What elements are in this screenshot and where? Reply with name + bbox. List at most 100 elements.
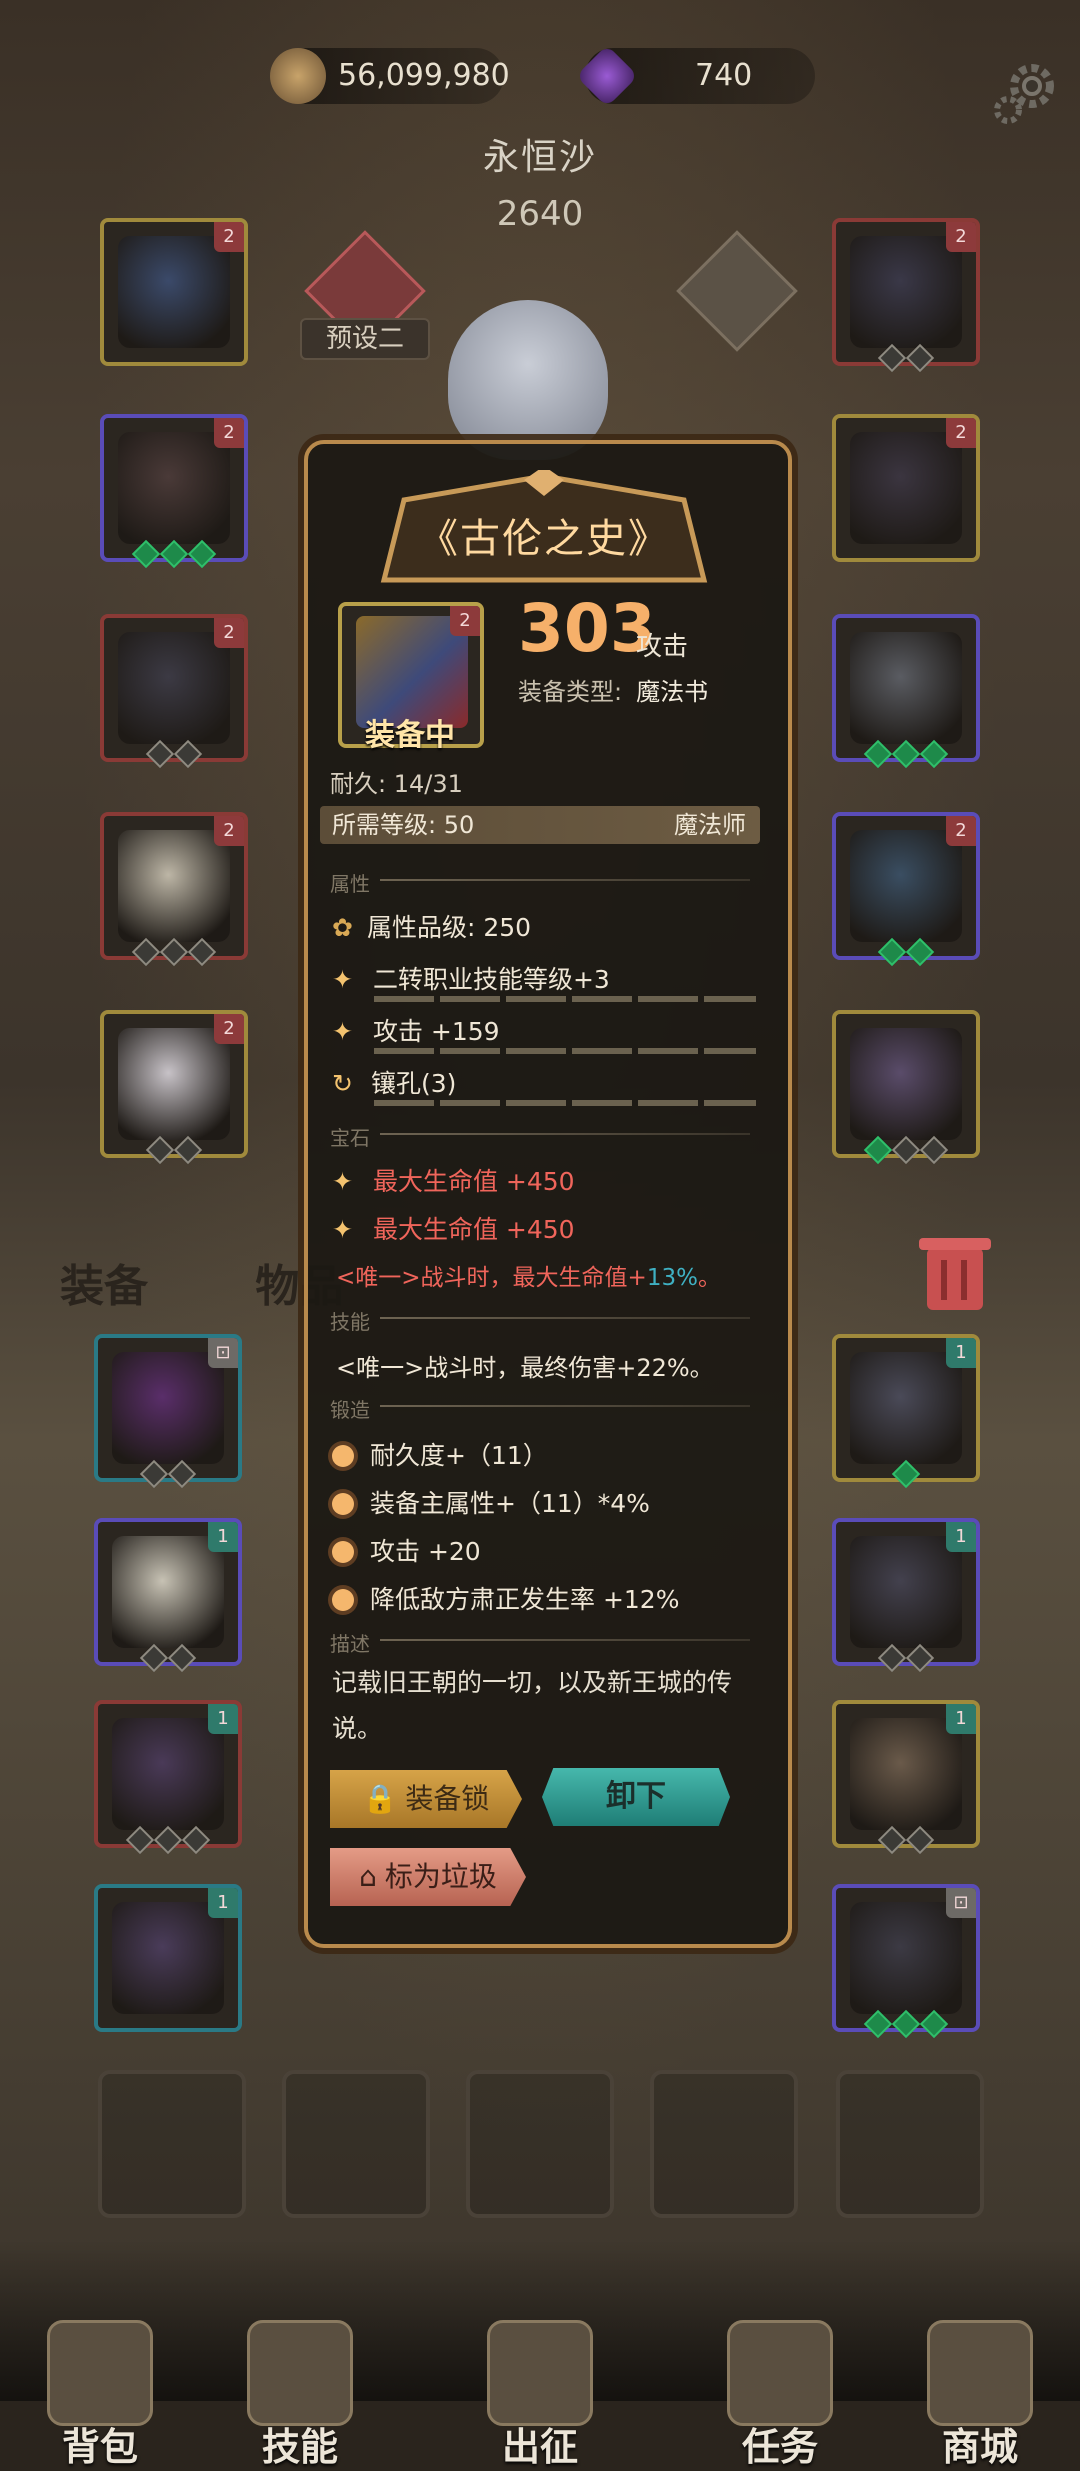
section-forge: 锻造 xyxy=(330,1394,750,1422)
socket-icon xyxy=(159,937,189,967)
socket-icon xyxy=(877,937,907,967)
gem-amount: 740 xyxy=(695,58,753,93)
gem-row: ✦ 最大生命值 +450 xyxy=(332,1162,575,1198)
lock-tier-badge: 1 xyxy=(208,1888,238,1918)
gear-icon[interactable] xyxy=(990,58,1060,128)
gem-unique-row: <唯一>战斗时，最大生命值+13%。 xyxy=(336,1258,721,1292)
socket-icon xyxy=(891,2009,921,2039)
bag-tabs: 装备 物品 xyxy=(60,1250,343,1314)
socket-icon xyxy=(131,937,161,967)
lotus-icon: ✿ xyxy=(332,913,353,942)
sparkle-icon: ✦ xyxy=(332,1167,353,1196)
equipment-slot[interactable]: 2 xyxy=(100,218,248,366)
socket-icon xyxy=(173,1135,203,1165)
equipment-slot[interactable]: 2 xyxy=(100,1010,248,1165)
socket-row xyxy=(836,343,976,373)
sparkle-icon: ✦ xyxy=(332,965,353,994)
empty-bag-slot[interactable] xyxy=(98,2070,246,2218)
equipment-slot[interactable]: 1 xyxy=(94,1518,242,1673)
item-icon xyxy=(850,432,962,544)
gold-coin-icon xyxy=(270,48,326,104)
equipment-slot[interactable]: 2 xyxy=(832,218,980,373)
equipment-slot[interactable] xyxy=(832,614,980,769)
attr-bar xyxy=(374,1048,756,1054)
item-icon xyxy=(112,1352,224,1464)
mark-trash-button[interactable]: ⌂ 标为垃圾 xyxy=(330,1848,526,1906)
nav-icon xyxy=(47,2320,153,2426)
socket-icon xyxy=(167,1643,197,1673)
gem-counter: 740 xyxy=(575,44,815,108)
empty-bag-slot[interactable] xyxy=(282,2070,430,2218)
equipment-slot[interactable]: 2 xyxy=(100,614,248,769)
socket-row xyxy=(104,539,244,569)
tab-equip[interactable]: 装备 xyxy=(60,1261,148,1312)
socket-icon xyxy=(145,739,175,769)
socket-row xyxy=(836,1459,976,1489)
item-icon xyxy=(112,1536,224,1648)
required-level: 所需等级: 50 xyxy=(332,811,475,839)
nav-item[interactable]: 出征 xyxy=(470,2320,610,2471)
socket-icon xyxy=(125,1825,155,1855)
socket-row xyxy=(98,1825,238,1855)
equipped-status: 装备中 xyxy=(365,718,455,753)
section-attr: 属性 xyxy=(330,868,750,896)
equipment-slot[interactable]: 2 xyxy=(100,812,248,967)
skill-text: <唯一>战斗时，最终伤害+22%。 xyxy=(336,1354,714,1382)
item-icon xyxy=(118,830,230,942)
equipment-slot[interactable]: 1 xyxy=(94,1884,242,2032)
equipment-slot[interactable]: 2 xyxy=(832,812,980,967)
lock-tier-badge: 2 xyxy=(214,418,244,448)
equipment-slot[interactable] xyxy=(832,1010,980,1165)
sparkle-icon: ✦ xyxy=(332,1215,353,1244)
socket-icon xyxy=(863,1135,893,1165)
nav-item[interactable]: 任务 xyxy=(710,2320,850,2471)
requirement-bar: 所需等级: 50 魔法师 xyxy=(320,806,760,844)
socket-row xyxy=(836,1643,976,1673)
attr-row: ↻ 镶孔(3) xyxy=(332,1064,456,1100)
lock-tier-badge: 2 xyxy=(214,618,244,648)
gem-unique-value: 13% xyxy=(646,1265,698,1291)
equipment-slot[interactable]: ⊡ xyxy=(94,1334,242,1489)
nav-item[interactable]: 背包 xyxy=(30,2320,170,2471)
equipment-slot[interactable]: 1 xyxy=(832,1700,980,1855)
nav-icon xyxy=(487,2320,593,2426)
forge-value: 耐久度+（11） xyxy=(370,1441,548,1470)
equip-lock-button[interactable]: 🔒 装备锁 xyxy=(330,1770,522,1828)
item-icon xyxy=(850,1028,962,1140)
item-icon xyxy=(850,830,962,942)
socket-icon xyxy=(153,1825,183,1855)
item-durability: 耐久: 14/31 xyxy=(330,770,463,798)
equipment-slot[interactable]: 1 xyxy=(832,1518,980,1673)
bullet-icon xyxy=(332,1541,354,1563)
nav-item[interactable]: 技能 xyxy=(230,2320,370,2471)
socket-icon xyxy=(919,2009,949,2039)
forge-row: 攻击 +20 xyxy=(332,1532,481,1568)
attr-row: ✦ 攻击 +159 xyxy=(332,1012,500,1048)
section-desc: 描述 xyxy=(330,1628,750,1656)
gold-amount: 56,099,980 xyxy=(338,58,510,93)
socket-row xyxy=(836,1135,976,1165)
socket-icon xyxy=(167,1459,197,1489)
empty-bag-slot[interactable] xyxy=(650,2070,798,2218)
empty-bag-slot[interactable] xyxy=(466,2070,614,2218)
required-class: 魔法师 xyxy=(674,811,746,839)
trash-icon[interactable] xyxy=(905,1220,1005,1320)
empty-bag-slot[interactable] xyxy=(836,2070,984,2218)
nav-label: 任务 xyxy=(741,2425,818,2469)
unequip-button[interactable]: 卸下 xyxy=(542,1768,730,1826)
equipment-slot[interactable]: 2 xyxy=(100,414,248,569)
equipment-slot[interactable]: 1 xyxy=(94,1700,242,1855)
equipment-slot[interactable]: ⊡ xyxy=(832,1884,980,2039)
socket-icon xyxy=(905,1643,935,1673)
equipment-slot[interactable]: 1 xyxy=(832,1334,980,1489)
preset-label[interactable]: 预设二 xyxy=(300,318,430,360)
bullet-icon xyxy=(332,1493,354,1515)
item-title-banner: 《古伦之史》 xyxy=(364,470,724,590)
socket-icon xyxy=(863,739,893,769)
character-plate: 永恒沙 2640 xyxy=(350,128,730,238)
socket-icon xyxy=(891,1135,921,1165)
equipment-slot[interactable]: 2 xyxy=(832,414,980,562)
item-icon xyxy=(112,1718,224,1830)
nav-item[interactable]: 商城 xyxy=(910,2320,1050,2471)
socket-row xyxy=(104,739,244,769)
